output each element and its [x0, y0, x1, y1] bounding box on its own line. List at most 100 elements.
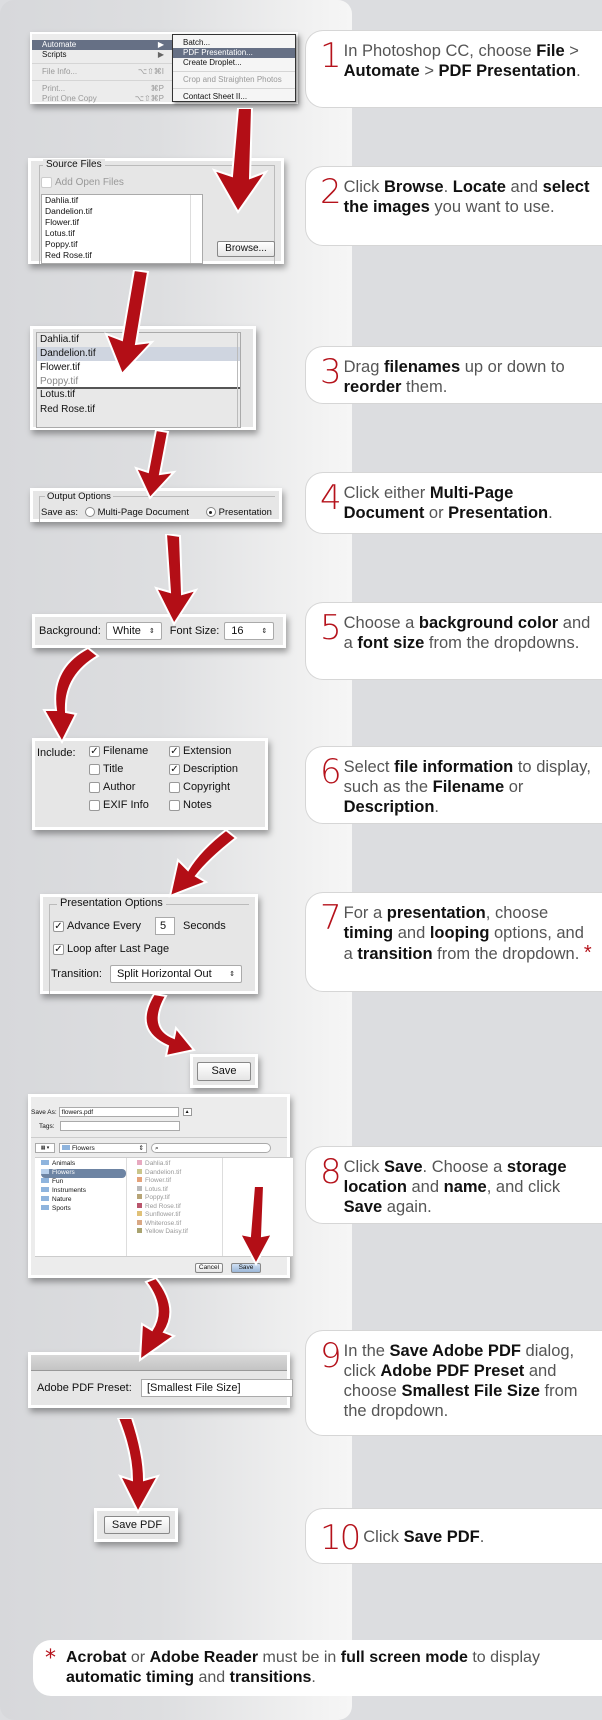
location-select[interactable]: Flowers ⇕ [59, 1143, 147, 1153]
file-item[interactable]: Flower.tif [42, 217, 202, 228]
add-open-files-checkbox[interactable]: Add Open Files [41, 177, 124, 188]
checkbox-notes[interactable]: Notes [169, 799, 259, 811]
browse-button[interactable]: Browse... [217, 241, 275, 257]
file-item[interactable]: Yellow Daisy.tif [137, 1228, 222, 1237]
menu-item-automate[interactable]: Automate ▶ [32, 40, 172, 50]
save-button[interactable]: Save [197, 1062, 251, 1081]
menu-item-pdf-presentation[interactable]: PDF Presentation... [173, 48, 295, 58]
step-card-8: 8 Click Save. Choose a storage location a… [305, 1146, 602, 1224]
checkbox-title[interactable]: Title [89, 763, 169, 775]
file-item[interactable]: Dandelion.tif [42, 206, 202, 217]
save-pdf-button[interactable]: Save PDF [104, 1516, 170, 1534]
file-item[interactable]: Dahlia.tif [42, 195, 202, 206]
file-item[interactable]: Dandelion.tif [137, 1168, 222, 1178]
transition-label: Transition: [51, 968, 102, 980]
file-item[interactable]: Dahlia.tif [137, 1160, 222, 1169]
file-item[interactable]: Flower.tif [137, 1177, 222, 1186]
font-size-select[interactable]: 16 ⇕ [224, 622, 275, 640]
checkbox-icon [169, 799, 180, 811]
text-run: In the [343, 1342, 390, 1360]
view-mode-button[interactable]: ▦ ▾ [35, 1143, 55, 1153]
file-item[interactable]: Sunflower.tif [137, 1211, 222, 1220]
file-item[interactable]: Poppy.tif [42, 239, 202, 250]
asterisk-icon: * [45, 1646, 56, 1671]
menu-item-batch[interactable]: Batch... [173, 38, 295, 48]
radio-multi-page-document[interactable]: Multi-Page Document [84, 507, 189, 518]
text-run: and [505, 178, 543, 196]
checkbox-extension[interactable]: ✓ Extension [169, 745, 259, 757]
menu-item-create-droplet[interactable]: Create Droplet... [173, 58, 295, 68]
source-file-list[interactable]: Dahlia.tif Dandelion.tif Flower.tif Lotu… [41, 194, 203, 264]
emphasized-text: timing [343, 924, 394, 942]
emphasized-text: transition [357, 945, 433, 963]
step-number: 2 [320, 172, 342, 212]
folder-item[interactable]: Sports [41, 1205, 126, 1214]
cancel-button[interactable]: Cancel [195, 1263, 223, 1273]
checkbox-author[interactable]: Author [89, 781, 169, 793]
file-item[interactable]: Red Rose.tif [42, 250, 202, 261]
tags-input[interactable] [59, 1121, 180, 1131]
stepper-arrows-icon: ⇕ [261, 628, 268, 635]
arrow-9-to-10 [116, 1418, 161, 1514]
checkbox-filename[interactable]: ✓ Filename [89, 745, 169, 757]
file-item[interactable]: Poppy.tif [37, 375, 240, 387]
checkbox-icon [169, 781, 180, 793]
menu-divider [32, 63, 172, 64]
file-item[interactable]: Whiterose.tif [137, 1219, 222, 1229]
expand-dialog-button[interactable]: ▲ [182, 1108, 192, 1116]
step-number: 3 [320, 352, 342, 392]
advance-every-checkbox[interactable]: ✓ Advance Every [53, 920, 141, 932]
text-run: Click [343, 178, 384, 196]
arrow-3-to-4 [134, 430, 177, 500]
folder-item[interactable]: Instruments [41, 1187, 126, 1196]
menu-divider [173, 71, 295, 72]
radio-presentation[interactable]: Presentation [205, 507, 272, 518]
folder-item[interactable]: Animals [41, 1160, 126, 1169]
step-card-6: 6 Select file information to display, suc… [305, 746, 602, 824]
step-number: 8 [320, 1152, 342, 1192]
arrow-1-to-2 [211, 108, 269, 214]
file-item[interactable]: Poppy.tif [137, 1194, 222, 1203]
step-card-3: 3 Drag filenames up or down to reorder th… [305, 346, 602, 404]
advance-seconds-input[interactable]: 5 [154, 917, 175, 935]
folder-item-selected[interactable]: Flowers [41, 1169, 126, 1178]
save-as-label: Save As: [31, 1108, 57, 1116]
tags-label: Tags: [39, 1122, 55, 1130]
scrollbar[interactable] [237, 332, 247, 428]
scrollbar[interactable] [190, 195, 202, 263]
file-item[interactable]: Lotus.tif [137, 1185, 222, 1195]
menu-item-print[interactable]: Print... ⌘P [32, 84, 172, 94]
step-card-5: 5 Choose a background color and a font si… [305, 602, 602, 680]
text-run: must be in [258, 1649, 341, 1666]
folder-item[interactable]: Fun [41, 1178, 126, 1187]
loop-checkbox[interactable]: ✓ Loop after Last Page [53, 943, 169, 955]
menu-item-scripts[interactable]: Scripts ▶ [32, 50, 172, 60]
text-run: > [419, 62, 439, 80]
folder-item[interactable]: Nature [41, 1196, 126, 1205]
file-menu: Automate ▶ Scripts ▶ File Info... ⌥⇧⌘I Prin… [32, 34, 172, 104]
menu-item-crop-straighten[interactable]: Crop and Straighten Photos [173, 75, 295, 85]
checkbox-description[interactable]: ✓ Description [169, 763, 259, 775]
transition-select[interactable]: Split Horizontal Out ⇕ [109, 965, 242, 983]
checkbox-checked-icon: ✓ [53, 943, 64, 955]
file-item[interactable]: Lotus.tif [42, 228, 202, 239]
include-label: Include: [37, 747, 76, 759]
checkbox-exif-info[interactable]: EXIF Info [89, 799, 169, 811]
menu-item-contact-sheet[interactable]: Contact Sheet II... [173, 92, 295, 102]
save-as-input[interactable]: flowers.pdf [58, 1107, 179, 1117]
checkbox-copyright[interactable]: Copyright [169, 781, 259, 793]
menu-item-print-one-copy[interactable]: Print One Copy ⌥⇧⌘P [32, 94, 172, 104]
include-grid: ✓ Filename ✓ Extension Title ✓ Description … [89, 745, 259, 811]
background-label: Background: [39, 625, 101, 637]
menu-item-file-info[interactable]: File Info... ⌥⇧⌘I [32, 67, 172, 77]
text-run: In Photoshop CC, choose [343, 42, 537, 60]
file-item[interactable]: Red Rose.tif [37, 403, 240, 417]
file-item[interactable]: Lotus.tif [37, 389, 240, 403]
pdf-preset-select[interactable]: [Smallest File Size] [141, 1379, 293, 1397]
file-item[interactable]: Red Rose.tif [137, 1202, 222, 1212]
text-run: from the dropdown. [432, 945, 584, 963]
search-field[interactable]: ⌕ [151, 1143, 271, 1153]
step-card-1: 1 In Photoshop CC, choose File > Automate… [305, 30, 602, 108]
advance-row: ✓ Advance Every 5 Seconds [53, 917, 226, 935]
image-file-icon [137, 1228, 142, 1233]
